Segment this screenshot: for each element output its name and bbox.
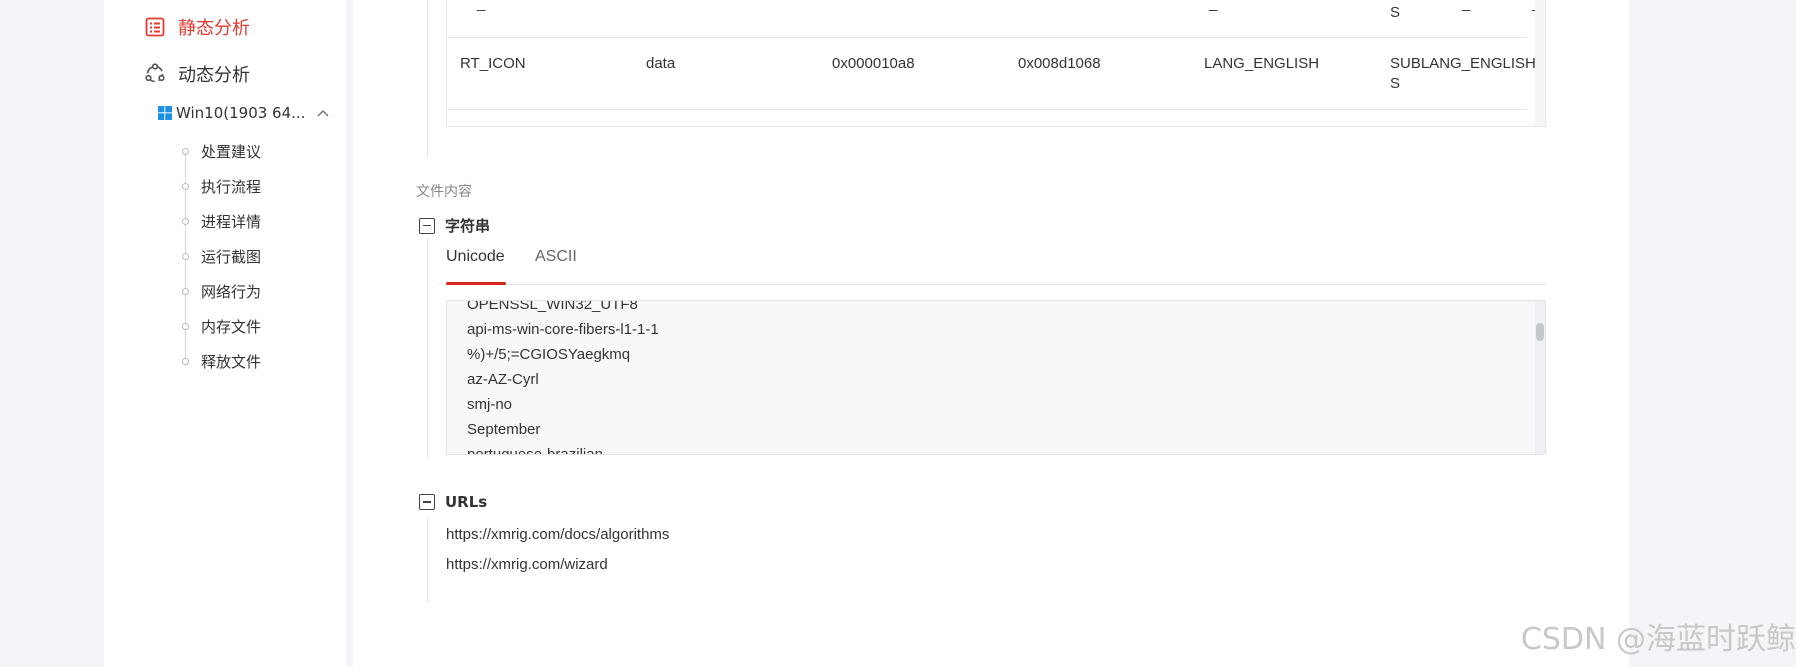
tree-dot <box>182 358 189 365</box>
list-icon <box>144 16 166 38</box>
scrollbar-thumb[interactable] <box>1536 323 1544 341</box>
active-tab-indicator <box>446 282 506 285</box>
resource-rva: 0x000010a8 <box>832 55 915 72</box>
nav-static-analysis-label: 静态分析 <box>178 18 250 39</box>
list-item: %)+/5;=CGIOSYaegkmq <box>467 346 631 363</box>
table-cell: _ <box>1209 0 1218 12</box>
sub-item-process-details[interactable]: 进程详情 <box>182 204 261 239</box>
resource-sublang: S <box>1390 75 1401 92</box>
chevron-up-icon[interactable] <box>316 108 330 118</box>
list-item: api-ms-win-core-fibers-l1-1-1 <box>467 321 659 338</box>
tree-dot <box>182 218 189 225</box>
urls-title: URLs <box>445 493 488 511</box>
url-link[interactable]: https://xmrig.com/wizard <box>446 550 669 580</box>
list-item: az-AZ-Cyrl <box>467 371 539 388</box>
section-guide-line <box>427 238 428 458</box>
nav-static-analysis[interactable]: 静态分析 <box>144 14 250 40</box>
sub-item-label: 进程详情 <box>201 213 262 231</box>
main-content: _ _ S _ _ RT_ICON data 0x000010a8 0x008d… <box>353 0 1629 667</box>
sub-item-memory-files[interactable]: 内存文件 <box>182 309 261 344</box>
nav-dynamic-analysis-label: 动态分析 <box>178 65 250 86</box>
tree-dot <box>182 253 189 260</box>
nav-dynamic-analysis[interactable]: 动态分析 <box>144 61 250 87</box>
resource-offset: 0x008d1068 <box>1018 55 1101 72</box>
strings-collapse-header[interactable]: 字符串 <box>419 215 490 236</box>
sub-item-label: 内存文件 <box>201 318 262 336</box>
sub-item-network-behavior[interactable]: 网络行为 <box>182 274 261 309</box>
sub-item-disposal-advice[interactable]: 处置建议 <box>182 134 261 169</box>
table-row: RT_ICON data 0x000010a8 0x008d1068 LANG_… <box>447 38 1545 110</box>
list-item: smj-no <box>467 396 513 413</box>
resource-lang: LANG_ENGLISH <box>1204 55 1320 72</box>
section-guide-line <box>427 518 428 603</box>
environment-selector[interactable]: Win10(1903 64... <box>158 104 330 122</box>
tree-dot <box>182 183 189 190</box>
tab-unicode[interactable]: Unicode <box>446 248 505 266</box>
resource-name: data <box>646 55 676 72</box>
strings-scrollbar[interactable] <box>1535 301 1545 454</box>
file-content-title: 文件内容 <box>416 184 472 200</box>
table-row: _ _ S _ _ <box>447 0 1540 38</box>
strings-list-box[interactable]: OPENSSL_WIN32_UTF8 api-ms-win-core-fiber… <box>446 300 1546 455</box>
resources-table[interactable]: _ _ S _ _ RT_ICON data 0x000010a8 0x008d… <box>446 0 1546 127</box>
strings-list: OPENSSL_WIN32_UTF8 api-ms-win-core-fiber… <box>467 300 659 455</box>
table-scrollbar[interactable] <box>1535 0 1545 126</box>
list-item: OPENSSL_WIN32_UTF8 <box>467 300 638 313</box>
analysis-subtree: 处置建议 执行流程 进程详情 运行截图 网络行为 内存文件 释放文件 <box>182 134 261 379</box>
sub-item-label: 释放文件 <box>201 353 262 371</box>
collapse-minus-icon[interactable] <box>419 217 435 234</box>
table-cell: _ <box>1462 0 1471 12</box>
list-item: September <box>467 421 541 438</box>
string-encoding-tabs: Unicode ASCII <box>446 238 1546 285</box>
resource-type: RT_ICON <box>460 55 526 72</box>
sub-item-screenshots[interactable]: 运行截图 <box>182 239 261 274</box>
tree-dot <box>182 148 189 155</box>
cycle-nodes-icon <box>144 63 166 85</box>
sub-item-label: 处置建议 <box>201 143 262 161</box>
resource-sublang: SUBLANG_ENGLISH_U <box>1390 55 1546 72</box>
sidebar: 静态分析 动态分析 Win10(1903 64... 处置建议 执行流程 进程详… <box>104 0 346 667</box>
tab-ascii[interactable]: ASCII <box>535 248 577 266</box>
table-cell: _ <box>477 0 486 12</box>
table-cell: S <box>1390 4 1401 21</box>
sub-item-label: 运行截图 <box>201 248 262 266</box>
url-list: https://xmrig.com/docs/algorithms https:… <box>446 520 669 580</box>
watermark: CSDN @海蓝时跃鲸 <box>1520 622 1796 657</box>
sub-item-dropped-files[interactable]: 释放文件 <box>182 344 261 379</box>
environment-label: Win10(1903 64... <box>176 104 306 122</box>
sub-item-execution-flow[interactable]: 执行流程 <box>182 169 261 204</box>
tree-dot <box>182 288 189 295</box>
section-guide-line <box>427 0 428 157</box>
sub-item-label: 网络行为 <box>201 283 262 301</box>
urls-collapse-header[interactable]: URLs <box>419 493 487 511</box>
list-item: portuguese-brazilian <box>467 446 603 455</box>
url-link[interactable]: https://xmrig.com/docs/algorithms <box>446 520 669 550</box>
strings-title: 字符串 <box>445 217 491 235</box>
windows-icon <box>158 106 172 120</box>
sub-item-label: 执行流程 <box>201 178 262 196</box>
tree-dot <box>182 323 189 330</box>
collapse-minus-icon[interactable] <box>419 494 435 510</box>
